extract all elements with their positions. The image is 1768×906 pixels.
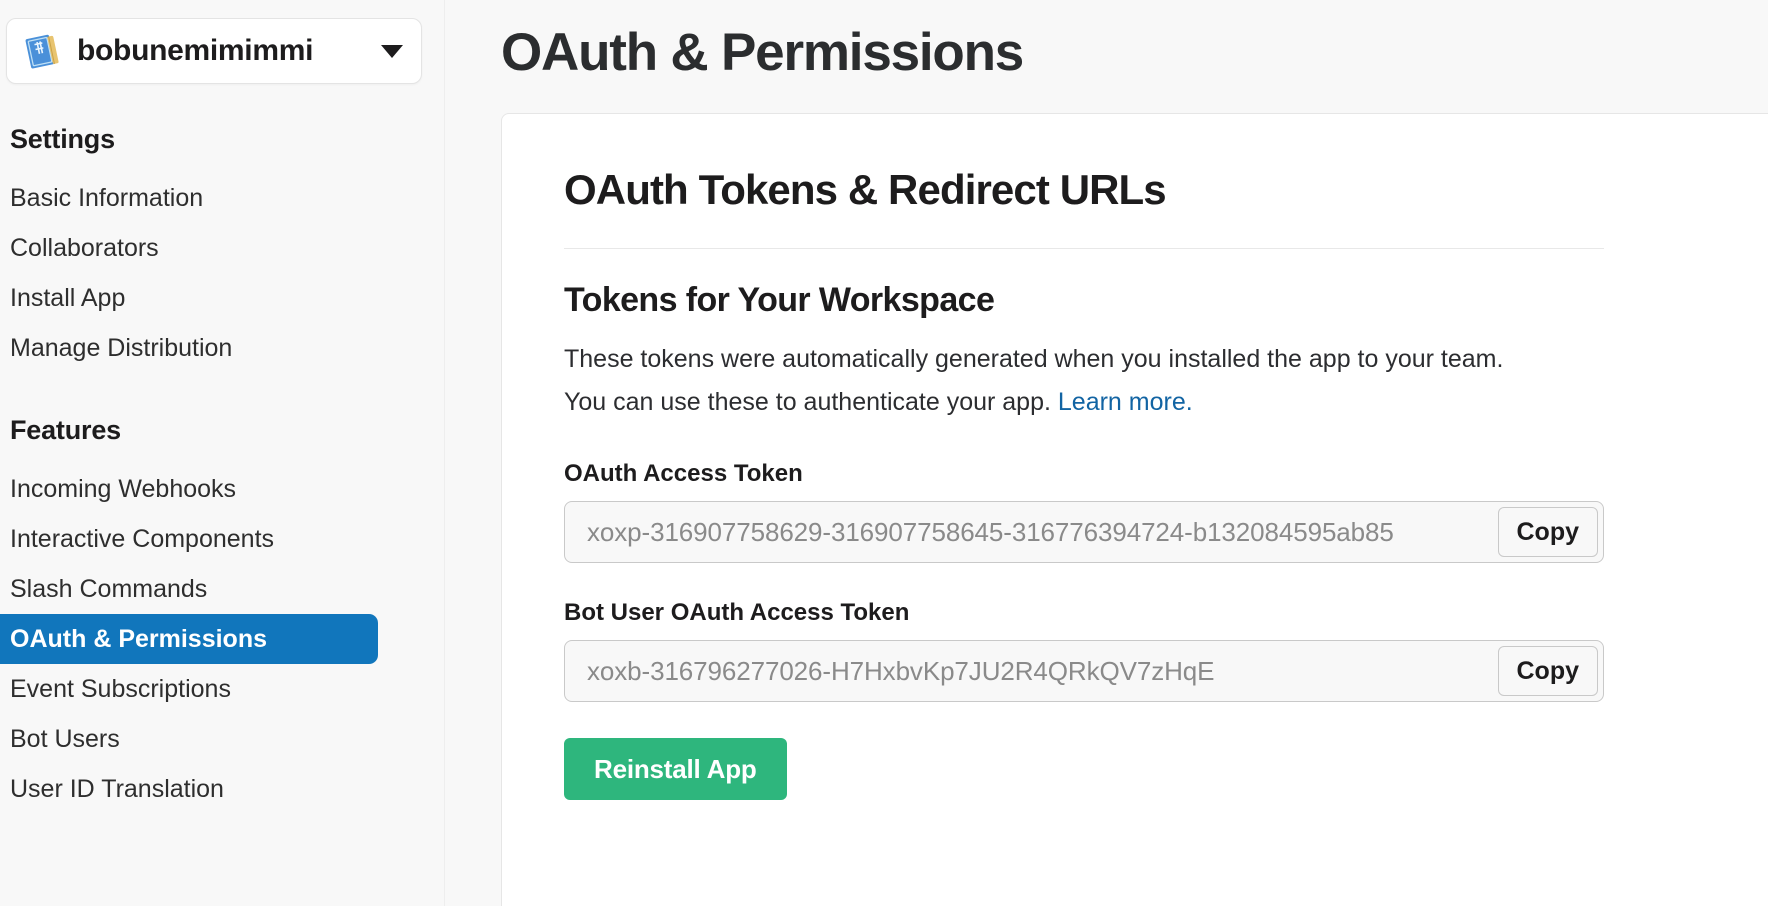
sidebar-item-user-id-translation[interactable]: User ID Translation	[0, 764, 444, 814]
app-name-label: bobunemimimmi	[77, 34, 314, 67]
sidebar-item-slash-commands[interactable]: Slash Commands	[0, 564, 444, 614]
sidebar-item-event-subscriptions[interactable]: Event Subscriptions	[0, 664, 444, 714]
sidebar-item-interactive-components[interactable]: Interactive Components	[0, 514, 444, 564]
oauth-access-token-label: OAuth Access Token	[564, 460, 803, 487]
sidebar-item-manage-distribution[interactable]: Manage Distribution	[0, 323, 444, 373]
sidebar-item-basic-information[interactable]: Basic Information	[0, 173, 444, 223]
sidebar: bobunemimimmi Settings Basic Information…	[0, 0, 445, 906]
tokens-description: These tokens were automatically generate…	[564, 338, 1549, 424]
sidebar-section-title-settings: Settings	[10, 124, 115, 154]
oauth-access-token-input[interactable]	[565, 502, 1498, 562]
tokens-description-text: These tokens were automatically generate…	[564, 345, 1504, 416]
sidebar-item-oauth-permissions[interactable]: OAuth & Permissions	[0, 614, 378, 664]
blueprint-notebook-emoji-icon	[23, 31, 63, 71]
bot-user-oauth-access-token-label: Bot User OAuth Access Token	[564, 599, 910, 626]
learn-more-link[interactable]: Learn more.	[1058, 388, 1193, 416]
sidebar-list-features: Incoming Webhooks Interactive Components…	[0, 464, 444, 814]
page-title: OAuth & Permissions	[501, 23, 1024, 82]
sidebar-item-collaborators[interactable]: Collaborators	[0, 223, 444, 273]
app-selector[interactable]: bobunemimimmi	[6, 18, 422, 84]
sidebar-list-settings: Basic Information Collaborators Install …	[0, 173, 444, 373]
app-root: bobunemimimmi Settings Basic Information…	[0, 0, 1768, 906]
copy-bot-user-oauth-access-token-button[interactable]: Copy	[1497, 646, 1598, 696]
sidebar-item-incoming-webhooks[interactable]: Incoming Webhooks	[0, 464, 444, 514]
sidebar-item-bot-users[interactable]: Bot Users	[0, 714, 444, 764]
oauth-access-token-row: Copy	[564, 501, 1604, 563]
bot-user-oauth-access-token-input[interactable]	[565, 641, 1498, 701]
sidebar-section-title-features: Features	[10, 415, 121, 445]
chevron-down-icon[interactable]	[381, 44, 403, 58]
copy-oauth-access-token-button[interactable]: Copy	[1497, 507, 1598, 557]
card-title: OAuth Tokens & Redirect URLs	[564, 166, 1167, 213]
oauth-tokens-card: OAuth Tokens & Redirect URLs Tokens for …	[501, 113, 1768, 906]
card-divider	[564, 248, 1604, 249]
bot-user-oauth-access-token-row: Copy	[564, 640, 1604, 702]
main-content: OAuth & Permissions OAuth Tokens & Redir…	[445, 0, 1768, 906]
reinstall-app-button[interactable]: Reinstall App	[564, 738, 787, 800]
sidebar-item-install-app[interactable]: Install App	[0, 273, 444, 323]
section-title-tokens-for-workspace: Tokens for Your Workspace	[564, 281, 995, 319]
